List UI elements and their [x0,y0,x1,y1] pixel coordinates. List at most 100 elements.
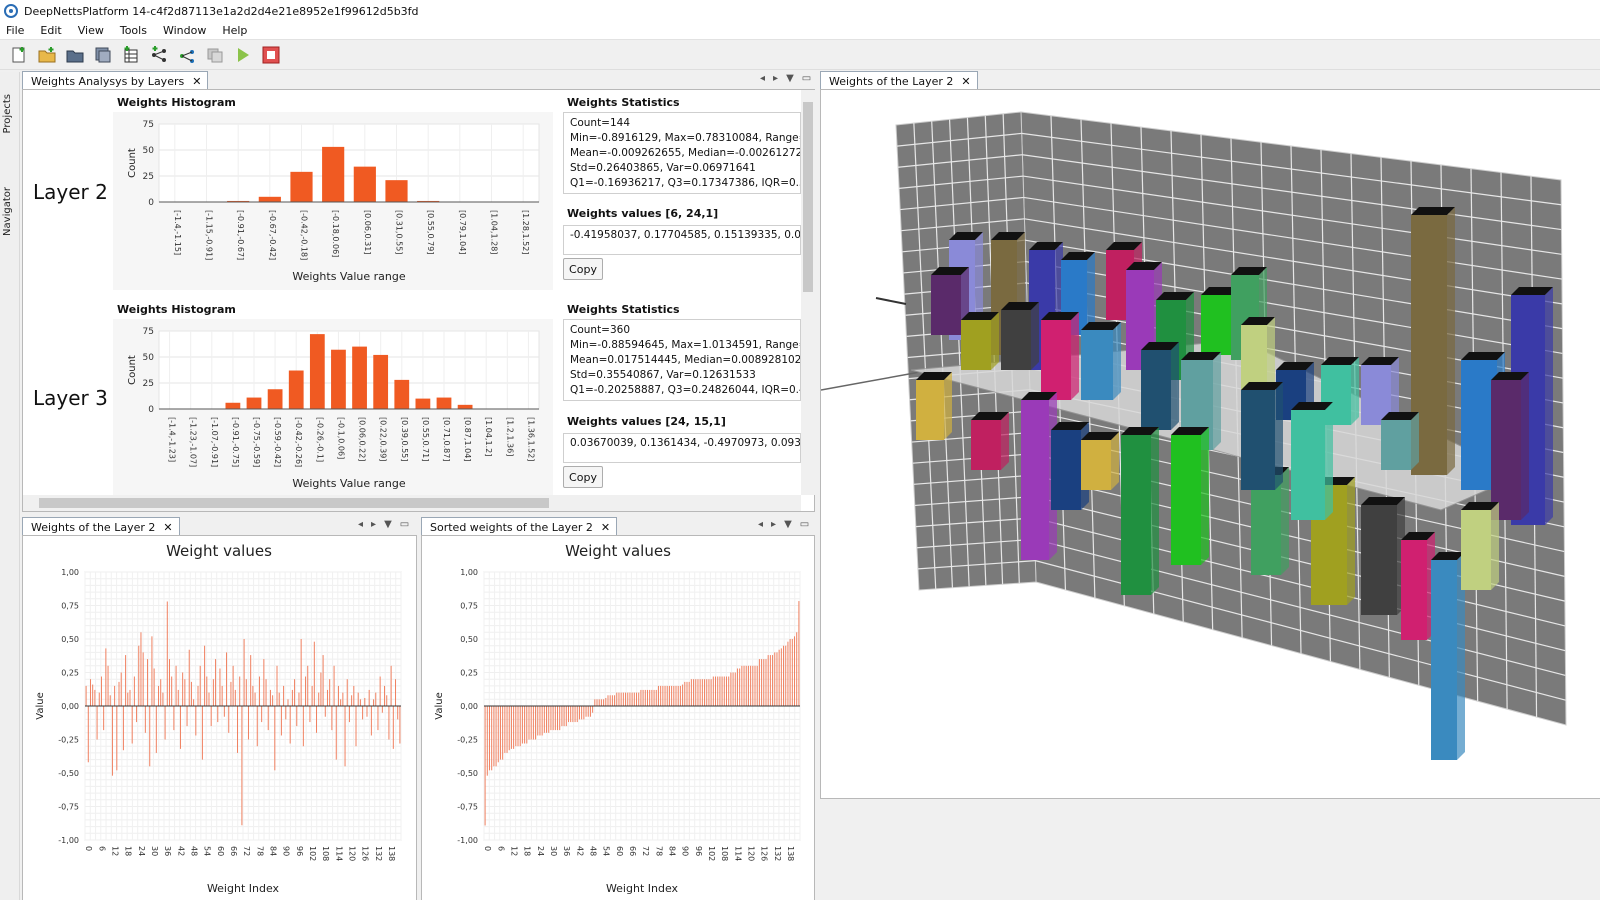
scroll-left-icon[interactable]: ◂ [358,519,363,530]
weight-3d-bar [916,380,944,440]
layer-3-histogram: 0 25 50 75 [-1.4,-1.23] [-1.23,-1.07] [-1.07,-… [127,327,540,490]
menu-help[interactable]: Help [222,24,247,37]
x-tick-label: 120 [347,846,356,861]
scroll-left-icon[interactable]: ◂ [758,519,763,530]
maximize-icon[interactable]: ▭ [400,519,409,530]
weight-3d-bar [1021,400,1049,560]
copy-icon [207,48,223,62]
y-tick-label: -0,25 [58,736,79,745]
close-icon[interactable]: ✕ [192,75,201,88]
menu-view[interactable]: View [78,24,104,37]
close-icon[interactable]: ✕ [601,521,610,534]
x-tick-label: 6 [496,846,505,851]
weights-chart-panel: Weight values -1,00 -0,75 -0,50 -0,25 0,00 0,2… [22,535,417,900]
x-tick-label: 6 [97,846,106,851]
dropdown-icon[interactable]: ▼ [384,519,392,530]
run-button[interactable] [232,44,254,66]
x-tick-label: 114 [733,846,742,861]
x-tick-label: [1.04,1.28] [490,210,499,254]
maximize-icon[interactable]: ▭ [800,519,809,530]
play-icon [238,47,249,62]
chart-title: Weight values [166,542,272,560]
projects-tab[interactable]: Projects [2,94,13,133]
stop-icon [262,46,280,63]
tab-controls: ◂ ▸ ▼ ▭ [758,519,809,530]
navigator-tab[interactable]: Navigator [2,187,13,236]
menu-edit[interactable]: Edit [40,24,61,37]
train-network-button[interactable] [176,44,198,66]
new-project-button[interactable] [36,44,58,66]
x-tick-label: 42 [176,846,185,856]
stop-button[interactable] [260,44,282,66]
tab-weights-analysis[interactable]: Weights Analysys by Layers ✕ [22,71,209,90]
tab-weights-layer-2-3d[interactable]: Weights of the Layer 2 ✕ [820,71,978,90]
histogram-bar [309,334,325,409]
bar-side [1071,312,1079,400]
bottom-left-tabbar: Weights of the Layer 2 ✕ [22,516,180,536]
save-all-button[interactable] [92,44,114,66]
x-tick-label: [-1.15,-0.91] [205,210,214,260]
weights-3d-view[interactable] [820,90,1599,798]
empty-area [820,799,1600,900]
maximize-icon[interactable]: ▭ [802,73,811,84]
histogram-bar [267,389,283,409]
add-network-button[interactable] [148,44,170,66]
x-tick-label: [-0.67,-0.42] [268,210,277,260]
bar-side [1491,502,1499,590]
layer-2-values[interactable]: -0.41958037, 0.17704585, 0.15139335, 0.0… [563,225,801,255]
histogram-bar [415,398,431,409]
scroll-right-icon[interactable]: ▸ [771,519,776,530]
menu-tools[interactable]: Tools [120,24,147,37]
menu-bar: File Edit View Tools Window Help [0,22,1600,40]
copy-button[interactable] [204,44,226,66]
x-tick-label: 84 [667,846,676,856]
axis-line [875,297,907,305]
scroll-right-icon[interactable]: ▸ [773,73,778,84]
bar-side [1545,287,1553,525]
x-tick-label: 36 [163,846,172,856]
scroll-left-icon[interactable]: ◂ [760,73,765,84]
dropdown-icon[interactable]: ▼ [784,519,792,530]
menu-window[interactable]: Window [163,24,206,37]
close-icon[interactable]: ✕ [163,521,172,534]
horizontal-scrollbar[interactable] [23,495,801,511]
weight-3d-bar [1141,350,1171,430]
x-tick-label: [0.71,0.87] [442,417,451,461]
y-tick-label: 1,00 [460,568,478,577]
bar-side [1201,427,1209,565]
x-tick-label: 24 [137,846,146,856]
tab-sorted-weights-layer-2[interactable]: Sorted weights of the Layer 2 ✕ [421,517,618,536]
values-title: Weights values [24, 15,1] [567,415,726,428]
weight-3d-bar [1401,540,1427,640]
close-icon[interactable]: ✕ [961,75,970,88]
y-tick-label: -1,00 [58,836,79,845]
new-file-button[interactable] [8,44,30,66]
x-tick-label: [0.79,1.04] [458,210,467,254]
x-tick-label: 0 [483,846,492,851]
x-tick-label: 120 [746,846,755,861]
x-tick-label: [1.04,1.2] [484,417,493,456]
copy-button[interactable]: Copy [563,258,603,280]
x-tick-label: 48 [189,846,198,856]
stat-count: Count=360 [570,324,631,336]
x-tick-label: 0 [84,846,93,851]
chart-title: Weight values [565,542,671,560]
weight-3d-bar [1201,295,1231,355]
y-axis-label: Value [434,692,445,719]
weight-3d-bar [971,420,1001,470]
weight-3d-bar [1171,435,1201,565]
add-dataset-button[interactable] [120,44,142,66]
menu-file[interactable]: File [6,24,24,37]
bar-side [1447,207,1455,475]
histogram-bar [258,196,281,202]
y-tick-label: -1,00 [457,836,478,845]
window-titlebar: DeepNettsPlatform 14-c4f2d87113e1a2d2d4e… [0,0,1600,22]
layer-3-values[interactable]: 0.03670039, 0.1361434, -0.4970973, 0.093… [563,433,801,463]
vertical-scrollbar[interactable] [801,90,815,495]
x-tick-label: 36 [562,846,571,856]
scroll-right-icon[interactable]: ▸ [371,519,376,530]
dropdown-icon[interactable]: ▼ [786,73,794,84]
tab-weights-layer-2[interactable]: Weights of the Layer 2 ✕ [22,517,180,536]
copy-button[interactable]: Copy [563,466,603,488]
open-project-button[interactable] [64,44,86,66]
